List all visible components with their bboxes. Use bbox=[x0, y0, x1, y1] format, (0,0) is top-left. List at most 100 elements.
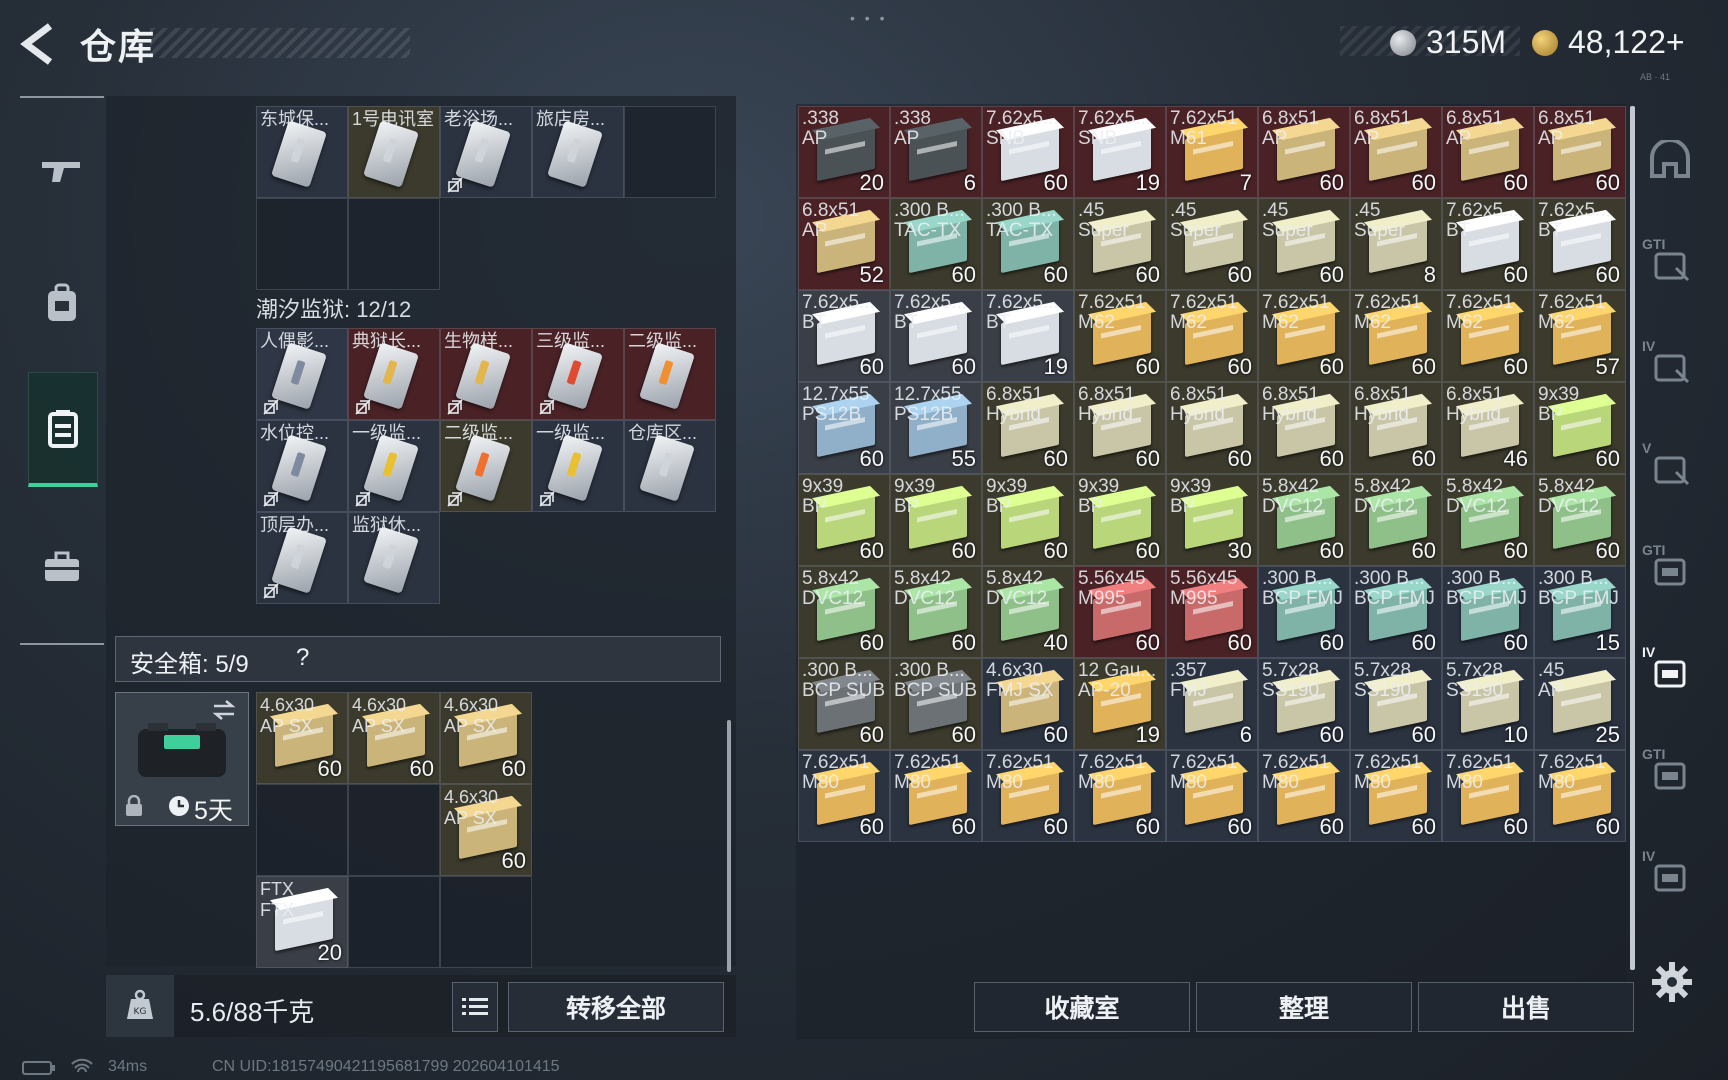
ammo-item[interactable]: 9x39 BP 60 bbox=[798, 474, 890, 566]
key-card-item[interactable]: 水位控... bbox=[256, 420, 348, 512]
ammo-item[interactable]: 7.62x51 M62 57 bbox=[1534, 290, 1626, 382]
safe-box-help-button[interactable]: ? bbox=[296, 644, 309, 672]
ammo-item[interactable]: .45 AP 25 bbox=[1534, 658, 1626, 750]
ammo-item[interactable]: 6.8x51 AP 52 bbox=[798, 198, 890, 290]
ammo-item[interactable]: 6.8x51 Hybrid 60 bbox=[982, 382, 1074, 474]
ammo-item[interactable]: 7.62x51 M80 60 bbox=[1442, 750, 1534, 842]
ammo-item[interactable]: 7.62x5... BT 19 bbox=[982, 290, 1074, 382]
ammo-item[interactable]: 7.62x5... BT 60 bbox=[1534, 198, 1626, 290]
key-card-item[interactable]: 二级监... bbox=[624, 328, 716, 420]
side-tab-vest-3[interactable]: V bbox=[1640, 436, 1700, 496]
ammo-item[interactable]: 5.56x45 M995 60 bbox=[1074, 566, 1166, 658]
ammo-item[interactable]: .300 B... BCP FMJ 60 bbox=[1350, 566, 1442, 658]
ammo-item[interactable]: 5.8x42 DVC12 60 bbox=[890, 566, 982, 658]
ammo-item[interactable]: 5.7x28 SS190 60 bbox=[1350, 658, 1442, 750]
side-tab-backpack-5[interactable]: IV bbox=[1640, 640, 1700, 700]
ammo-item[interactable]: 6.8x51 Hybrid 46 bbox=[1442, 382, 1534, 474]
ammo-item[interactable]: 9x39 BP 60 bbox=[890, 474, 982, 566]
ammo-item[interactable]: 9x39 BP 60 bbox=[1074, 474, 1166, 566]
ammo-item[interactable]: .300 B... BCP SUB 60 bbox=[890, 658, 982, 750]
nav-toolbox[interactable] bbox=[28, 512, 96, 622]
ammo-item[interactable]: 6.8x51 Hybrid 60 bbox=[1258, 382, 1350, 474]
ammo-item[interactable]: 6.8x51 Hybrid 60 bbox=[1166, 382, 1258, 474]
back-arrow-icon[interactable] bbox=[18, 20, 58, 68]
swap-icon[interactable] bbox=[210, 699, 238, 721]
ammo-item[interactable]: 9x39 BP 60 bbox=[982, 474, 1074, 566]
key-card-item[interactable]: 二级监... bbox=[440, 420, 532, 512]
inventory-scrollbar[interactable] bbox=[1630, 106, 1635, 970]
ammo-item[interactable]: 6.8x51 AP 60 bbox=[1534, 106, 1626, 198]
transfer-all-button[interactable]: 转移全部 bbox=[508, 982, 724, 1032]
key-card-item[interactable]: 人偶影... bbox=[256, 328, 348, 420]
ammo-item[interactable]: .338 AP 20 bbox=[798, 106, 890, 198]
ammo-item[interactable]: 5.8x42 DVC12 60 bbox=[1350, 474, 1442, 566]
ammo-item[interactable]: 5.8x42 DVC12 60 bbox=[1258, 474, 1350, 566]
top-handle-icon[interactable]: • • • bbox=[850, 10, 887, 26]
ammo-item[interactable]: 12.7x55 PS12B 55 bbox=[890, 382, 982, 474]
ammo-item[interactable]: 7.62x5... BT 60 bbox=[1442, 198, 1534, 290]
ammo-item[interactable]: 4.6x30 AP SX 60 bbox=[348, 692, 440, 784]
key-card-item[interactable]: 一级监... bbox=[348, 420, 440, 512]
key-card-item[interactable]: 老浴场... bbox=[440, 106, 532, 198]
collection-room-button[interactable]: 收藏室 bbox=[974, 982, 1190, 1032]
ammo-item[interactable]: .45 Super 60 bbox=[1074, 198, 1166, 290]
ammo-item[interactable]: 4.6x30 FMJ SX 60 bbox=[982, 658, 1074, 750]
ammo-item[interactable]: 12.7x55 PS12B 60 bbox=[798, 382, 890, 474]
ammo-item[interactable]: 12 Gau... AP-20 19 bbox=[1074, 658, 1166, 750]
safe-case[interactable]: 5天 bbox=[115, 692, 249, 826]
ammo-item[interactable]: .300 B... TAC-TX 60 bbox=[982, 198, 1074, 290]
key-card-item[interactable]: 三级监... bbox=[532, 328, 624, 420]
ammo-item[interactable]: 6.8x51 Hybrid 60 bbox=[1074, 382, 1166, 474]
nav-weapons[interactable] bbox=[28, 116, 96, 226]
sell-button[interactable]: 出售 bbox=[1418, 982, 1634, 1032]
ammo-item[interactable]: FTX FTX 20 bbox=[256, 876, 348, 968]
key-card-item[interactable]: 生物样... bbox=[440, 328, 532, 420]
organize-button[interactable]: 整理 bbox=[1196, 982, 1412, 1032]
ammo-item[interactable]: 9x39 BP 30 bbox=[1166, 474, 1258, 566]
ammo-item[interactable]: 7.62x51 M80 60 bbox=[982, 750, 1074, 842]
ammo-item[interactable]: .300 B... BCP SUB 60 bbox=[798, 658, 890, 750]
ammo-item[interactable]: 6.8x51 Hybrid 60 bbox=[1350, 382, 1442, 474]
key-card-item[interactable]: 东城保... bbox=[256, 106, 348, 198]
ammo-item[interactable]: 5.56x45 M995 60 bbox=[1166, 566, 1258, 658]
side-tab-vest-1[interactable]: GTI bbox=[1640, 232, 1700, 292]
ammo-item[interactable]: 4.6x30 AP SX 60 bbox=[440, 692, 532, 784]
ammo-item[interactable]: 7.62x5... SNB 60 bbox=[982, 106, 1074, 198]
side-tab-helmet-0[interactable] bbox=[1640, 130, 1700, 190]
ammo-item[interactable]: .45 Super 8 bbox=[1350, 198, 1442, 290]
ammo-item[interactable]: 7.62x51 M62 60 bbox=[1074, 290, 1166, 382]
ammo-item[interactable]: .45 Super 60 bbox=[1258, 198, 1350, 290]
side-tab-backpack-6[interactable]: GTI bbox=[1640, 742, 1700, 802]
nav-warehouse[interactable] bbox=[28, 372, 98, 487]
ammo-item[interactable]: 6.8x51 AP 60 bbox=[1258, 106, 1350, 198]
side-tab-backpack-4[interactable]: GTI bbox=[1640, 538, 1700, 598]
ammo-item[interactable]: 4.6x30 AP SX 60 bbox=[440, 784, 532, 876]
key-card-item[interactable]: 一级监... bbox=[532, 420, 624, 512]
ammo-item[interactable]: 7.62x51 M62 60 bbox=[1258, 290, 1350, 382]
ammo-item[interactable]: .300 B... BCP FMJ 60 bbox=[1442, 566, 1534, 658]
ammo-item[interactable]: .300 B... BCP FMJ 60 bbox=[1258, 566, 1350, 658]
ammo-item[interactable]: 6.8x51 AP 60 bbox=[1350, 106, 1442, 198]
side-tab-vest-2[interactable]: IV bbox=[1640, 334, 1700, 394]
ammo-item[interactable]: 5.7x28 SS190 60 bbox=[1258, 658, 1350, 750]
ammo-item[interactable]: 5.8x42 DVC12 60 bbox=[1442, 474, 1534, 566]
nav-equipment[interactable] bbox=[28, 248, 96, 358]
ammo-item[interactable]: .300 B... TAC-TX 60 bbox=[890, 198, 982, 290]
key-card-item[interactable]: 监狱休... bbox=[348, 512, 440, 604]
ammo-item[interactable]: 7.62x51 M61 7 bbox=[1166, 106, 1258, 198]
ammo-item[interactable]: 7.62x51 M80 60 bbox=[1166, 750, 1258, 842]
ammo-item[interactable]: 5.8x42 DVC12 40 bbox=[982, 566, 1074, 658]
ammo-item[interactable]: 7.62x5... SNB 19 bbox=[1074, 106, 1166, 198]
ammo-item[interactable]: 5.7x28 SS190 10 bbox=[1442, 658, 1534, 750]
ammo-item[interactable]: .357 FMJ 6 bbox=[1166, 658, 1258, 750]
ammo-item[interactable]: .338 AP 6 bbox=[890, 106, 982, 198]
ammo-item[interactable]: 7.62x51 M62 60 bbox=[1442, 290, 1534, 382]
side-tab-backpack-7[interactable]: IV bbox=[1640, 844, 1700, 904]
gear-icon[interactable] bbox=[1650, 960, 1694, 1004]
key-card-item[interactable]: 顶层办... bbox=[256, 512, 348, 604]
key-card-item[interactable]: 仓库区... bbox=[624, 420, 716, 512]
ammo-item[interactable]: .45 Super 60 bbox=[1166, 198, 1258, 290]
ammo-item[interactable]: 7.62x5... BT 60 bbox=[798, 290, 890, 382]
ammo-item[interactable]: .300 B... BCP FMJ 15 bbox=[1534, 566, 1626, 658]
ammo-item[interactable]: 5.8x42 DVC12 60 bbox=[798, 566, 890, 658]
